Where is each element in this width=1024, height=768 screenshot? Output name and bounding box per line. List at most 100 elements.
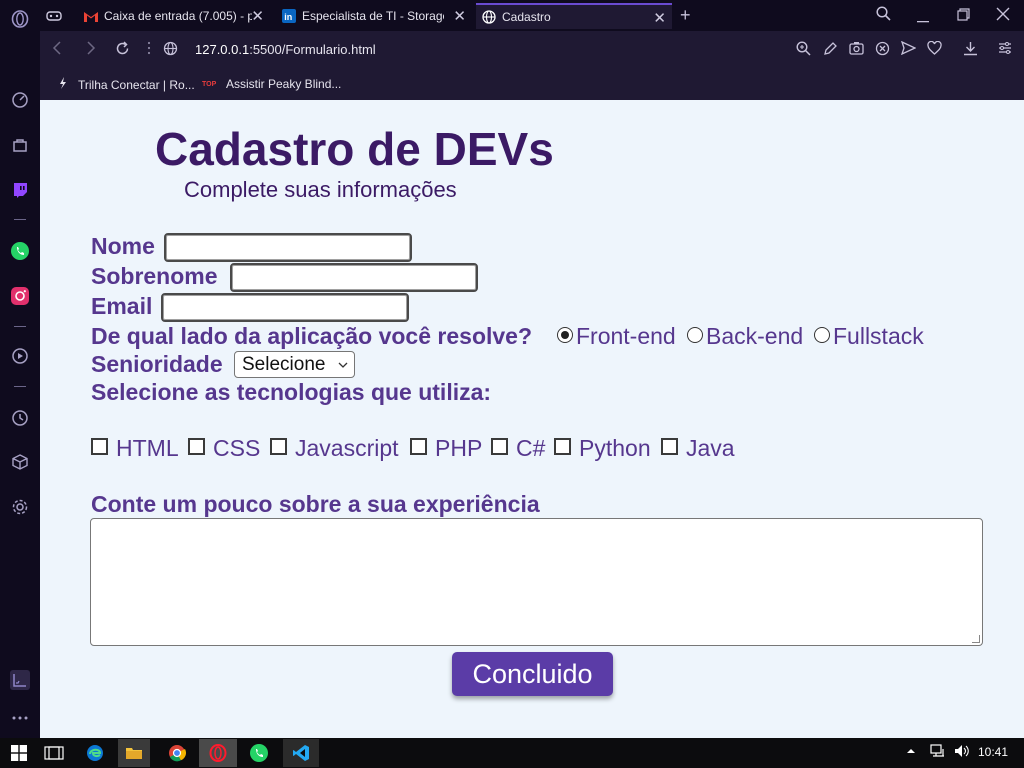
address-bar: 127.0.0.1:5500/Formulario.html (40, 31, 1024, 69)
tech-question-label: Selecione as tecnologias que utiliza: (91, 379, 492, 405)
adblock-icon[interactable] (875, 41, 890, 59)
url-path: :5500/Formulario.html (249, 42, 376, 57)
new-tab-icon[interactable]: + (680, 5, 691, 26)
tab-linkedin[interactable]: in Especialista de TI - Storage ✕ (282, 3, 472, 29)
checkbox-label-php: PHP (435, 435, 483, 461)
taskbar-clock[interactable]: 10:41 (978, 745, 1008, 759)
tab-cadastro[interactable]: Cadastro ✕ (476, 3, 672, 29)
checkbox-label-css: CSS (213, 435, 261, 461)
bag-icon[interactable] (10, 135, 30, 155)
twitch-icon[interactable] (10, 180, 30, 200)
nome-input[interactable] (164, 233, 412, 262)
speed-dial-icon[interactable] (10, 90, 30, 110)
close-tab-icon[interactable]: ✕ (251, 7, 264, 25)
gmail-icon (84, 9, 98, 23)
tab-gmail[interactable]: Caixa de entrada (7.005) - p ✕ (84, 3, 270, 29)
zoom-icon[interactable] (796, 41, 811, 59)
bookmark-label: Trilha Conectar | Ro... (78, 77, 195, 92)
radio-front-end[interactable] (557, 327, 573, 343)
send-icon[interactable] (900, 40, 917, 58)
minimize-icon[interactable] (917, 10, 929, 27)
forward-icon[interactable] (86, 41, 96, 59)
chrome-icon[interactable] (166, 742, 188, 764)
more-vertical-icon[interactable] (147, 41, 151, 59)
heart-icon[interactable] (927, 40, 942, 58)
sobrenome-input[interactable] (230, 263, 478, 292)
close-tab-icon[interactable]: ✕ (453, 7, 466, 25)
bookmark-trilha[interactable]: Trilha Conectar | Ro... (58, 77, 195, 92)
experience-textarea[interactable] (90, 518, 983, 646)
extensions-cube-icon[interactable] (10, 452, 30, 472)
radio-back-end[interactable] (687, 327, 703, 343)
more-dots-icon[interactable] (10, 708, 30, 728)
svg-text:in: in (284, 12, 292, 22)
url-field[interactable]: 127.0.0.1:5500/Formulario.html (195, 42, 376, 57)
site-info-globe-icon[interactable] (163, 41, 178, 60)
download-icon[interactable] (963, 41, 978, 59)
seniority-select[interactable]: Selecione (234, 351, 355, 378)
back-icon[interactable] (52, 41, 62, 59)
submit-button[interactable]: Concluido (452, 652, 613, 696)
email-input[interactable] (161, 293, 409, 322)
checkbox-javascript[interactable] (270, 438, 287, 455)
camera-icon[interactable] (849, 41, 864, 58)
network-icon[interactable] (930, 744, 946, 761)
checkbox-css[interactable] (188, 438, 205, 455)
sidebar-separator (14, 386, 26, 387)
edge-icon[interactable] (84, 742, 106, 764)
tab-label: Caixa de entrada (7.005) - p (104, 9, 252, 23)
whatsapp-taskbar-icon[interactable] (248, 742, 270, 764)
bookmarks-bar: Trilha Conectar | Ro... TOP Assistir Pea… (40, 69, 1024, 100)
instagram-icon[interactable] (10, 286, 30, 306)
checkbox-python[interactable] (554, 438, 571, 455)
checkbox-php[interactable] (410, 438, 427, 455)
history-icon[interactable] (10, 408, 30, 428)
top-badge-icon: TOP (202, 80, 217, 88)
search-tabs-icon[interactable] (876, 6, 891, 25)
sidebar-separator (14, 219, 26, 220)
page-subtitle: Complete suas informações (184, 177, 457, 202)
experience-label: Conte um pouco sobre a sua experiência (91, 491, 540, 517)
radio-label-fullstack: Fullstack (833, 323, 924, 349)
checkbox-html[interactable] (91, 438, 108, 455)
task-view-icon[interactable] (43, 742, 65, 764)
linkedin-icon: in (282, 9, 296, 23)
checkbox-label-python: Python (579, 435, 651, 461)
seniority-selected: Selecione (242, 354, 326, 375)
file-explorer-icon[interactable] (118, 739, 150, 767)
email-label: Email (91, 293, 153, 319)
windows-taskbar: 10:41 (0, 738, 1024, 768)
radio-label-front-end: Front-end (576, 323, 676, 349)
restore-icon[interactable] (957, 8, 970, 25)
tab-label: Especialista de TI - Storage (302, 9, 444, 23)
activity-chart-icon[interactable] (10, 670, 30, 690)
resize-grip-icon[interactable] (972, 635, 980, 643)
nome-label: Nome (91, 233, 155, 259)
opera-logo-icon[interactable] (10, 9, 30, 29)
player-icon[interactable] (10, 346, 30, 366)
tray-chevron-up-icon[interactable] (906, 744, 916, 759)
opera-taskbar-icon[interactable] (199, 739, 237, 767)
reload-icon[interactable] (115, 41, 130, 60)
vscode-icon[interactable] (283, 739, 319, 767)
volume-icon[interactable] (954, 744, 970, 761)
browser-sidebar (0, 0, 40, 738)
radio-label-back-end: Back-end (706, 323, 804, 349)
whatsapp-icon[interactable] (10, 241, 30, 261)
bookmark-peaky[interactable]: TOP Assistir Peaky Blind... (202, 77, 341, 91)
checkbox-label-html: HTML (116, 435, 179, 461)
seniority-label: Senioridade (91, 351, 223, 377)
checkbox-java[interactable] (661, 438, 678, 455)
page-title: Cadastro de DEVs (155, 123, 554, 175)
close-window-icon[interactable] (996, 7, 1010, 25)
checkbox-csharp[interactable] (491, 438, 508, 455)
radio-fullstack[interactable] (814, 327, 830, 343)
edit-icon[interactable] (823, 41, 838, 59)
easy-setup-icon[interactable] (998, 41, 1012, 57)
sobrenome-label: Sobrenome (91, 263, 218, 289)
settings-gear-icon[interactable] (10, 497, 30, 517)
close-tab-icon[interactable]: ✕ (653, 9, 666, 27)
bookmark-label: Assistir Peaky Blind... (226, 77, 342, 91)
workspaces-icon[interactable] (46, 3, 76, 29)
windows-start-icon[interactable] (8, 742, 30, 764)
